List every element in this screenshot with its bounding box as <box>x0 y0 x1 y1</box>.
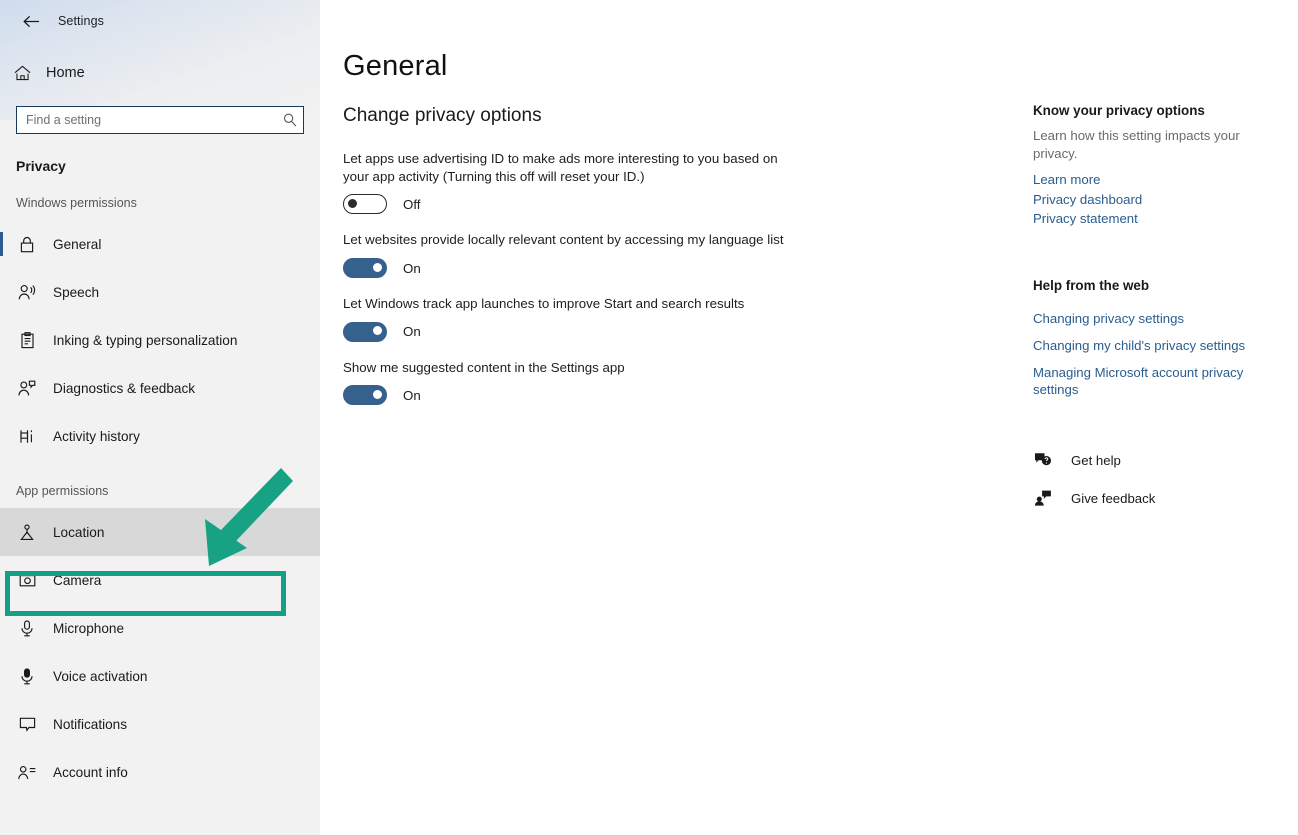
sidebar-item-inking-typing[interactable]: Inking & typing personalization <box>0 316 320 364</box>
link-privacy-statement[interactable]: Privacy statement <box>1033 209 1281 228</box>
sidebar-item-account-info[interactable]: Account info <box>0 748 320 796</box>
panel-actions: Get help Give feedback <box>1033 450 1281 526</box>
give-feedback-button[interactable]: Give feedback <box>1033 488 1281 508</box>
setting-description: Show me suggested content in the Setting… <box>343 359 625 375</box>
back-arrow-icon[interactable] <box>8 5 54 37</box>
setting-advertising-id: Let apps use advertising ID to make ads … <box>343 150 813 215</box>
sidebar-item-notifications-label: Notifications <box>53 716 128 732</box>
link-learn-more[interactable]: Learn more <box>1033 170 1281 189</box>
sidebar-category-title: Privacy <box>16 158 66 174</box>
toggle-state-label: On <box>403 324 421 340</box>
sidebar-item-voice-activation[interactable]: Voice activation <box>0 652 320 700</box>
person-feedback-icon <box>16 377 38 399</box>
toggle-row: On <box>343 385 813 406</box>
setting-description: Let websites provide locally relevant co… <box>343 232 784 248</box>
link-privacy-dashboard[interactable]: Privacy dashboard <box>1033 190 1281 209</box>
give-feedback-icon <box>1033 488 1053 508</box>
page-title: General <box>343 50 448 82</box>
search-input[interactable] <box>17 107 277 133</box>
right-panel: Know your privacy options Learn how this… <box>1033 0 1298 835</box>
voice-activation-icon <box>16 665 38 687</box>
advertising-id-toggle[interactable] <box>343 194 387 215</box>
activity-history-icon <box>16 425 38 447</box>
settings-window: Settings Home Privacy <box>0 0 1298 835</box>
give-feedback-label: Give feedback <box>1071 490 1156 506</box>
setting-language-list: Let websites provide locally relevant co… <box>343 231 813 279</box>
sidebar-item-speech-label: Speech <box>53 284 100 300</box>
sidebar-item-general-label: General <box>53 236 102 252</box>
notification-icon <box>16 713 38 735</box>
sidebar-item-notifications[interactable]: Notifications <box>0 700 320 748</box>
help-from-web-heading: Help from the web <box>1033 278 1150 293</box>
search-box[interactable] <box>16 106 304 134</box>
sidebar-item-home[interactable]: Home <box>0 58 300 88</box>
sidebar-item-speech[interactable]: Speech <box>0 268 320 316</box>
account-info-icon <box>16 761 38 783</box>
sidebar-nav-list: Windows permissions General Speech Inkin… <box>0 186 320 796</box>
section-title: Change privacy options <box>343 105 542 126</box>
toggle-state-label: On <box>403 387 421 403</box>
settings-list: Let apps use advertising ID to make ads … <box>343 150 813 422</box>
help-from-web-section: Help from the web Changing privacy setti… <box>1033 278 1281 408</box>
setting-description: Let Windows track app launches to improv… <box>343 296 745 312</box>
camera-icon <box>16 569 38 591</box>
sidebar-item-microphone[interactable]: Microphone <box>0 604 320 652</box>
microphone-icon <box>16 617 38 639</box>
toggle-row: Off <box>343 194 813 215</box>
location-pin-icon <box>16 521 38 543</box>
link-changing-child-privacy-settings[interactable]: Changing my child's privacy settings <box>1033 337 1281 355</box>
link-changing-privacy-settings[interactable]: Changing privacy settings <box>1033 310 1281 328</box>
sidebar-item-voice-activation-label: Voice activation <box>53 668 148 684</box>
sidebar-item-camera-label: Camera <box>53 572 102 588</box>
sidebar-item-activity-history[interactable]: Activity history <box>0 412 320 460</box>
privacy-options-section: Know your privacy options Learn how this… <box>1033 103 1281 228</box>
sidebar-item-account-info-label: Account info <box>53 764 128 780</box>
clipboard-pen-icon <box>16 329 38 351</box>
suggested-content-toggle[interactable] <box>343 385 387 406</box>
speech-person-icon <box>16 281 38 303</box>
sidebar: Settings Home Privacy <box>0 0 320 835</box>
search-icon[interactable] <box>277 113 303 127</box>
get-help-label: Get help <box>1071 452 1121 468</box>
sidebar-item-activity-history-label: Activity history <box>53 428 140 444</box>
language-list-toggle[interactable] <box>343 258 387 279</box>
sidebar-item-diagnostics-feedback-label: Diagnostics & feedback <box>53 380 196 396</box>
get-help-button[interactable]: Get help <box>1033 450 1281 470</box>
home-icon <box>14 65 38 81</box>
link-managing-microsoft-account-privacy[interactable]: Managing Microsoft account privacy setti… <box>1033 364 1281 400</box>
lock-icon <box>16 233 38 255</box>
get-help-icon <box>1033 450 1053 470</box>
sidebar-item-camera[interactable]: Camera <box>0 556 320 604</box>
setting-app-launch-tracking: Let Windows track app launches to improv… <box>343 295 813 342</box>
app-launch-tracking-toggle[interactable] <box>343 321 387 342</box>
toggle-state-label: On <box>403 260 421 276</box>
setting-suggested-content: Show me suggested content in the Setting… <box>343 359 813 406</box>
setting-description: Let apps use advertising ID to make ads … <box>343 151 778 184</box>
toggle-row: On <box>343 258 813 279</box>
sidebar-group-app-permissions: App permissions <box>16 484 109 498</box>
app-title: Settings <box>58 14 104 28</box>
sidebar-item-microphone-label: Microphone <box>53 620 125 636</box>
toggle-state-label: Off <box>403 196 421 212</box>
sidebar-item-location-label: Location <box>53 524 105 540</box>
sidebar-group-windows-permissions: Windows permissions <box>16 196 137 210</box>
sidebar-item-inking-typing-label: Inking & typing personalization <box>53 332 238 348</box>
sidebar-item-general[interactable]: General <box>0 220 320 268</box>
privacy-options-heading: Know your privacy options <box>1033 103 1205 118</box>
sidebar-item-location[interactable]: Location <box>0 508 320 556</box>
sidebar-item-diagnostics-feedback[interactable]: Diagnostics & feedback <box>0 364 320 412</box>
privacy-options-body: Learn how this setting impacts your priv… <box>1033 128 1240 162</box>
toggle-row: On <box>343 321 813 342</box>
sidebar-item-home-label: Home <box>46 65 85 81</box>
titlebar: Settings <box>0 0 320 42</box>
